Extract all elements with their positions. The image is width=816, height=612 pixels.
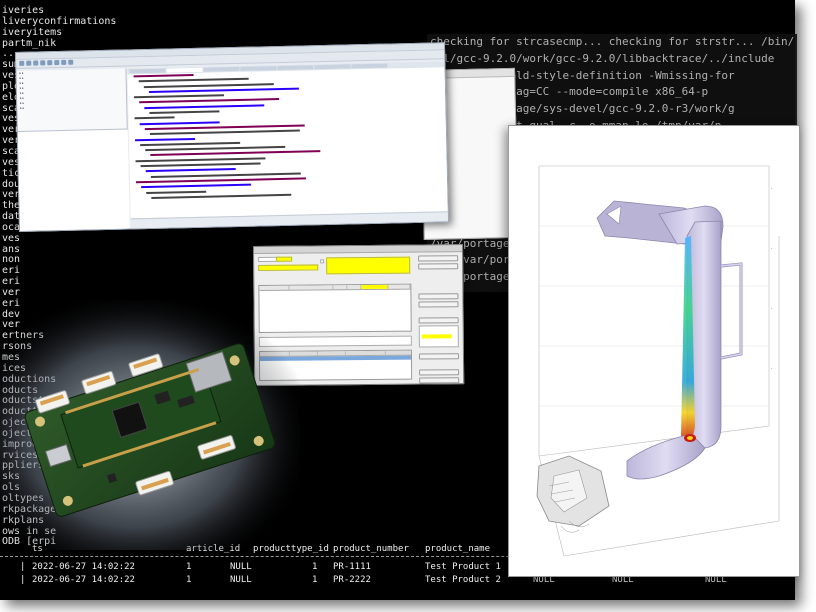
code-text <box>134 94 225 99</box>
table-cell: Test Product 2 <box>425 575 501 585</box>
form-button[interactable] <box>418 301 459 308</box>
table-name: ans <box>2 243 21 255</box>
axis-tick: · <box>771 246 773 252</box>
form-side-buttons <box>416 253 463 384</box>
cell-border: | <box>20 562 26 572</box>
code-text <box>133 73 194 78</box>
column-header-product-number: product_number <box>333 544 409 554</box>
board-photo-icon <box>0 300 300 550</box>
toolbar-icon[interactable] <box>61 59 67 65</box>
editor-tab[interactable] <box>240 66 277 71</box>
table-name: eri <box>2 276 21 288</box>
log-line: vel/gcc-9.2.0/work/gcc-9.2.0/libbacktrac… <box>430 51 775 65</box>
table-cell: 1 <box>312 575 318 585</box>
table-name: ves <box>2 232 21 244</box>
form-button[interactable] <box>418 293 459 300</box>
table-name: eri <box>2 265 21 277</box>
code-text <box>134 116 175 120</box>
tree-row[interactable]: ▸ ▸ <box>17 103 126 110</box>
table-cell: Test Product 1 <box>425 562 501 572</box>
table-cell: NULL <box>230 575 252 585</box>
editor-tab[interactable] <box>314 64 351 70</box>
table-cell: 2022-06-27 14:02:22 <box>32 562 135 572</box>
code-text <box>141 183 252 189</box>
code-text <box>144 104 265 109</box>
form-table-col[interactable] <box>317 351 346 356</box>
form-button[interactable] <box>418 255 459 262</box>
code-text <box>149 110 220 115</box>
table-cell: 1 <box>312 562 318 572</box>
editor-tab[interactable] <box>166 67 203 73</box>
axis-tick: · <box>771 366 773 372</box>
code-text <box>138 78 249 83</box>
code-text <box>145 168 236 173</box>
form-side-panel <box>418 325 459 348</box>
table-name: non <box>2 254 21 266</box>
column-header-product-name: product_name <box>425 544 491 554</box>
highlighted-field[interactable] <box>258 264 319 271</box>
form-button[interactable] <box>418 263 459 270</box>
editor-tab[interactable] <box>277 65 314 71</box>
editor-tab[interactable] <box>129 68 166 74</box>
form-table-col[interactable] <box>361 284 389 290</box>
form-table-col[interactable] <box>345 350 386 356</box>
ide-window: ▸ ▸ ▸ ▸ ▸ ▸ ▸ ▸ ▸ ▸ ▸ ▸ ▸ ▸ ▸ ▸ <box>15 42 449 232</box>
comsol-model-icon: · · · · <box>536 165 780 557</box>
form-button[interactable] <box>419 369 460 376</box>
properties-panel <box>17 128 131 231</box>
form-table-col[interactable] <box>333 285 348 290</box>
toolbar-icon[interactable] <box>47 60 53 66</box>
package-explorer: ▸ ▸ ▸ ▸ ▸ ▸ ▸ ▸ ▸ ▸ ▸ ▸ ▸ ▸ ▸ ▸ <box>16 68 131 232</box>
highlighted-field[interactable] <box>276 256 293 262</box>
toolbar-icon[interactable] <box>54 59 60 66</box>
toolbar-icon[interactable] <box>19 60 25 66</box>
code-text <box>140 141 241 147</box>
table-cell: PR-2222 <box>333 575 371 585</box>
axis-tick: · <box>771 306 773 312</box>
form-table-col[interactable] <box>388 284 411 289</box>
table-cell: 1 <box>186 575 192 585</box>
table-name: ver <box>2 286 21 298</box>
form-table-col[interactable] <box>347 285 362 290</box>
table-cell: NULL <box>230 562 252 572</box>
editor-tab[interactable] <box>351 63 388 69</box>
toolbar-icon[interactable] <box>26 60 32 66</box>
form-button[interactable] <box>419 377 460 384</box>
code-text <box>135 137 196 141</box>
simulation-window[interactable]: · · · · <box>508 125 800 577</box>
code-text <box>140 162 261 168</box>
toolbar-icon[interactable] <box>33 60 39 66</box>
form-table-col[interactable] <box>259 285 289 290</box>
toolbar-icon[interactable] <box>40 60 46 66</box>
code-text <box>139 121 220 125</box>
form-checkbox[interactable] <box>320 259 325 264</box>
table-cell: 2022-06-27 14:02:22 <box>32 575 135 585</box>
editor-tab[interactable] <box>203 66 240 72</box>
form-table-header <box>259 284 411 291</box>
table-name: partm_nik <box>2 37 57 49</box>
log-line: checking for strcasecmp... checking for … <box>430 35 795 48</box>
form-table-col[interactable] <box>288 285 334 290</box>
table-cell: 1 <box>186 562 192 572</box>
code-lines <box>128 67 449 201</box>
code-text <box>146 190 207 194</box>
highlighted-text-area[interactable] <box>326 256 411 275</box>
highlighted-field[interactable] <box>421 334 452 339</box>
form-button[interactable] <box>418 317 459 324</box>
toolbar-icon[interactable] <box>68 59 74 65</box>
table-cell: PR-1111 <box>333 562 371 572</box>
axis-tick: · <box>771 186 773 192</box>
cell-border: | <box>20 575 26 585</box>
form-button[interactable] <box>418 353 459 360</box>
code-editor[interactable] <box>127 61 449 219</box>
table-name: iveryitems <box>2 26 63 38</box>
